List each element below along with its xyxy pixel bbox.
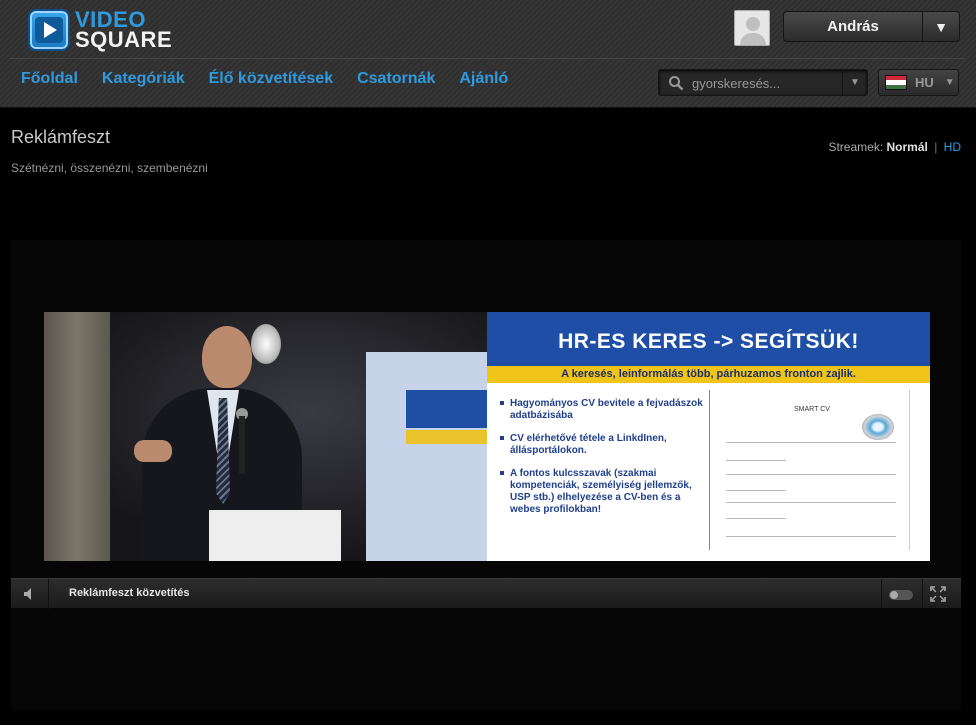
play-icon bbox=[28, 9, 70, 51]
slide-bullet: Hagyományos CV bevitele a fejvadászok ad… bbox=[500, 398, 705, 422]
main-nav: Főoldal Kategóriák Élő közvetítések Csat… bbox=[21, 70, 532, 88]
site-header: VIDEO SQUARE András ▼ Főoldal Kategóriák… bbox=[0, 0, 976, 108]
hungary-flag-icon bbox=[885, 75, 907, 90]
user-name: András bbox=[827, 18, 879, 35]
video-speaker-view bbox=[44, 312, 487, 561]
page-title: Reklámfeszt bbox=[11, 127, 111, 147]
chevron-down-icon: ▼ bbox=[934, 18, 948, 35]
nav-item-live[interactable]: Élő közvetítések bbox=[209, 70, 334, 88]
video-frame[interactable]: HR-ES KERES -> SEGÍTSÜK! A keresés, lein… bbox=[44, 312, 930, 561]
slide-bullet: CV elérhetővé tétele a LinkdInen, állásp… bbox=[500, 433, 705, 457]
nav-item-categories[interactable]: Kategóriák bbox=[102, 70, 185, 88]
search-input[interactable] bbox=[692, 73, 837, 93]
slide-bullet: A fontos kulcsszavak (szakmai kompetenci… bbox=[500, 468, 705, 516]
volume-icon bbox=[24, 588, 31, 600]
presentation-slide: HR-ES KERES -> SEGÍTSÜK! A keresés, lein… bbox=[487, 312, 930, 561]
quick-search: ▼ bbox=[658, 69, 868, 96]
header-divider bbox=[10, 58, 966, 59]
nav-item-channels[interactable]: Csatornák bbox=[357, 70, 435, 88]
cd-icon bbox=[862, 414, 894, 440]
site-logo[interactable]: VIDEO SQUARE bbox=[28, 8, 172, 52]
search-icon bbox=[669, 76, 684, 91]
fullscreen-icon[interactable] bbox=[930, 586, 946, 602]
player-controls: Reklámfeszt közvetítés bbox=[11, 578, 961, 609]
stream-separator: | bbox=[934, 140, 938, 154]
stream-normal[interactable]: Normál bbox=[887, 140, 928, 154]
player-title: Reklámfeszt közvetítés bbox=[69, 587, 190, 599]
avatar[interactable] bbox=[734, 10, 770, 46]
slide-banner: A keresés, leinformálás több, párhuzamos… bbox=[487, 366, 930, 383]
slide-bullets: Hagyományos CV bevitele a fejvadászok ad… bbox=[500, 398, 705, 527]
stream-hd-link[interactable]: HD bbox=[944, 140, 961, 154]
chevron-down-icon: ▼ bbox=[944, 77, 955, 88]
slide-heading: HR-ES KERES -> SEGÍTSÜK! bbox=[487, 312, 930, 366]
stream-label: Streamek: bbox=[828, 140, 884, 154]
user-menu-button[interactable]: András ▼ bbox=[783, 11, 960, 42]
logo-text-square: SQUARE bbox=[75, 27, 173, 52]
language-selector[interactable]: HU ▼ bbox=[878, 69, 959, 96]
page-subtitle: Szétnézni, összenézni, szembenézni bbox=[11, 161, 208, 175]
language-code: HU bbox=[915, 75, 934, 90]
smart-cv-document: SMART CV bbox=[709, 390, 910, 550]
search-dropdown-button[interactable]: ▼ bbox=[842, 70, 867, 95]
nav-item-home[interactable]: Főoldal bbox=[21, 70, 78, 88]
volume-button[interactable] bbox=[11, 579, 49, 609]
quality-toggle[interactable] bbox=[889, 590, 913, 600]
nav-item-recommended[interactable]: Ajánló bbox=[459, 70, 508, 88]
smart-cv-title: SMART CV bbox=[794, 406, 830, 413]
stream-quality: Streamek: Normál | HD bbox=[828, 140, 961, 154]
